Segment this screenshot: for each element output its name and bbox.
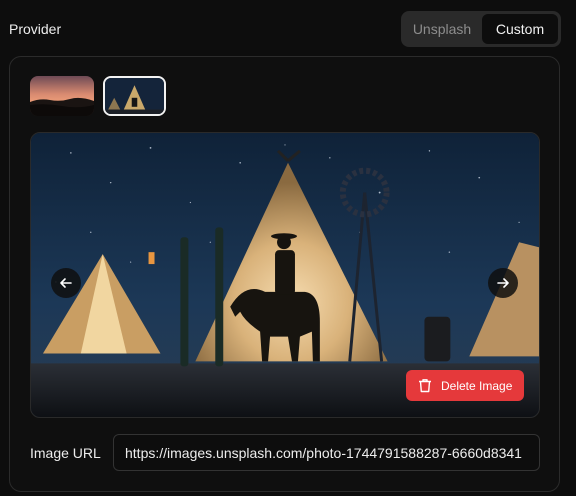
delete-image-button[interactable]: Delete Image — [406, 370, 524, 401]
provider-label: Provider — [9, 21, 62, 37]
image-url-label: Image URL — [30, 445, 101, 461]
image-card: Delete Image Image URL — [9, 56, 560, 492]
thumbnail-cowboy[interactable] — [103, 76, 166, 116]
delete-image-label: Delete Image — [441, 378, 513, 393]
provider-custom-button[interactable]: Custom — [482, 14, 558, 44]
image-url-input[interactable] — [113, 434, 540, 471]
sunset-landscape-thumbnail — [30, 76, 94, 116]
arrow-left-icon — [60, 278, 72, 288]
provider-toggle: Unsplash Custom — [401, 11, 561, 47]
thumbnail-sunset[interactable] — [30, 76, 94, 116]
provider-unsplash-button[interactable]: Unsplash — [404, 14, 480, 44]
cowboy-night-thumbnail — [105, 78, 164, 114]
previous-image-button[interactable] — [51, 268, 81, 298]
arrow-right-icon — [497, 278, 509, 288]
trash-icon — [419, 379, 431, 393]
next-image-button[interactable] — [488, 268, 518, 298]
